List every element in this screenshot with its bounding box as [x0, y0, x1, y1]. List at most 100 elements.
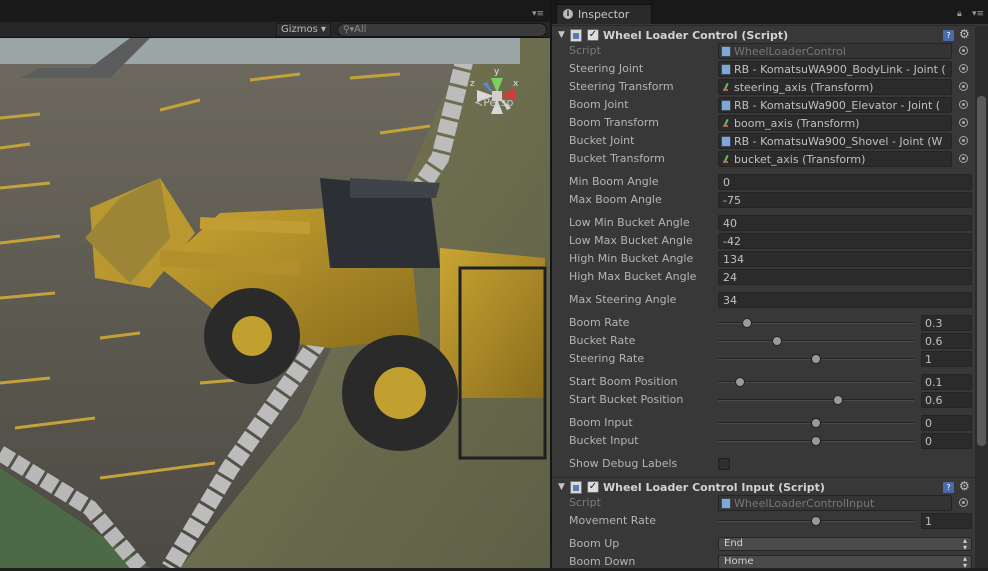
field-value: boom_axis (Transform) — [734, 117, 860, 130]
boom-down-row: Boom Down Home ▴ ▾ — [552, 553, 975, 571]
object-picker-icon — [959, 498, 968, 507]
help-icon[interactable]: ? — [943, 30, 954, 41]
start-bucket-position-input[interactable]: 0.6 — [921, 392, 972, 408]
boom-input-slider[interactable] — [718, 418, 914, 428]
component-enabled-checkbox[interactable]: ✓ — [587, 29, 599, 41]
start-boom-position-row: Start Boom Position 0.1 — [552, 373, 975, 391]
slider-thumb[interactable] — [734, 377, 745, 387]
scene-search-input[interactable]: ⚲▾ All — [337, 23, 547, 37]
bucket-transform-row: Bucket Transform bucket_axis (Transform) — [552, 150, 975, 168]
bucket-input-row: Bucket Input 0 — [552, 432, 975, 450]
object-picker-icon[interactable] — [959, 154, 968, 163]
slider-thumb[interactable] — [811, 418, 821, 428]
projection-label[interactable]: ≺Persp — [474, 96, 513, 109]
boom-rate-row: Boom Rate 0.3 — [552, 314, 975, 332]
boom-joint-field[interactable]: RB - KomatsuWa900_Elevator - Joint ( — [718, 97, 952, 113]
boom-down-dropdown[interactable]: Home ▴ ▾ — [718, 554, 972, 570]
bucket-transform-field[interactable]: bucket_axis (Transform) — [718, 151, 952, 167]
start-boom-position-slider[interactable] — [718, 377, 914, 387]
high-min-bucket-angle-input[interactable]: 134 — [718, 251, 972, 267]
slider-thumb[interactable] — [771, 336, 782, 346]
boom-up-row: Boom Up End ▴ ▾ — [552, 535, 975, 553]
script-icon — [570, 481, 582, 494]
object-picker-icon[interactable] — [959, 82, 968, 91]
dropdown-arrows-icon: ▴ ▾ — [962, 554, 967, 570]
high-max-bucket-angle-row: High Max Bucket Angle 24 — [552, 268, 975, 286]
panel-menu-icon[interactable]: ▾≡ — [532, 9, 544, 19]
field-value: WheelLoaderControl — [734, 45, 846, 58]
start-bucket-position-slider[interactable] — [718, 395, 914, 405]
rigidbody-icon — [721, 64, 731, 75]
steering-joint-row: Steering Joint RB - KomatsuWA900_BodyLin… — [552, 60, 975, 78]
bucket-rate-input[interactable]: 0.6 — [921, 333, 972, 349]
movement-rate-input[interactable]: 1 — [921, 513, 972, 529]
slider-thumb[interactable] — [811, 516, 821, 526]
inspector-scrollbar[interactable] — [975, 26, 988, 568]
scene-toolbar — [0, 0, 550, 22]
slider-thumb[interactable] — [811, 354, 821, 364]
bucket-rate-slider[interactable] — [718, 336, 914, 346]
gizmo-y-label: y — [494, 67, 500, 77]
field-label: Boom Transform — [569, 116, 659, 129]
max-boom-angle-row: Max Boom Angle -75 — [552, 191, 975, 209]
boom-rate-input[interactable]: 0.3 — [921, 315, 972, 331]
field-label: Start Bucket Position — [569, 393, 684, 406]
boom-rate-slider[interactable] — [718, 318, 914, 328]
script-icon — [570, 29, 582, 42]
gizmos-label: Gizmos — [281, 24, 318, 35]
min-boom-angle-input[interactable]: 0 — [718, 174, 972, 190]
scene-view[interactable]: ▾≡ Gizmos ▾ ⚲▾ All y z x ≺Persp — [0, 0, 550, 568]
script-field: WheelLoaderControlInput — [718, 495, 952, 511]
field-label: Boom Up — [569, 537, 620, 550]
movement-rate-slider[interactable] — [718, 516, 914, 526]
gizmos-dropdown[interactable]: Gizmos ▾ — [276, 23, 332, 37]
low-max-bucket-angle-input[interactable]: -42 — [718, 233, 972, 249]
steering-rate-slider[interactable] — [718, 354, 914, 364]
scrollbar-thumb[interactable] — [977, 96, 986, 446]
object-picker-icon[interactable] — [959, 64, 968, 73]
gear-icon[interactable]: ⚙ — [959, 27, 970, 41]
foldout-arrow-icon[interactable]: ▼ — [558, 30, 565, 40]
steering-rate-input[interactable]: 1 — [921, 351, 972, 367]
tab-inspector[interactable]: i Inspector — [556, 4, 652, 24]
show-debug-labels-checkbox[interactable] — [718, 458, 730, 470]
lock-icon[interactable]: 🔒︎ — [957, 9, 962, 19]
show-debug-labels-row: Show Debug Labels — [552, 455, 975, 473]
transform-icon — [722, 118, 730, 129]
bucket-rate-row: Bucket Rate 0.6 — [552, 332, 975, 350]
foldout-arrow-icon[interactable]: ▼ — [558, 482, 565, 492]
slider-thumb[interactable] — [742, 318, 753, 328]
steering-joint-field[interactable]: RB - KomatsuWA900_BodyLink - Joint ( — [718, 61, 952, 77]
max-steering-angle-input[interactable]: 34 — [718, 292, 972, 308]
boom-transform-row: Boom Transform boom_axis (Transform) — [552, 114, 975, 132]
bucket-input-slider[interactable] — [718, 436, 914, 446]
scene-viewport[interactable]: y z x — [0, 38, 550, 568]
transform-icon — [722, 82, 730, 93]
gear-icon[interactable]: ⚙ — [959, 479, 970, 493]
slider-thumb[interactable] — [811, 436, 821, 446]
start-bucket-position-row: Start Bucket Position 0.6 — [552, 391, 975, 409]
max-boom-angle-input[interactable]: -75 — [718, 192, 972, 208]
boom-input-input[interactable]: 0 — [921, 415, 972, 431]
boom-transform-field[interactable]: boom_axis (Transform) — [718, 115, 952, 131]
script-row: Script WheelLoaderControlInput — [552, 494, 975, 512]
field-value: 0 — [723, 176, 730, 189]
component-title: Wheel Loader Control (Script) — [603, 29, 789, 42]
high-max-bucket-angle-input[interactable]: 24 — [718, 269, 972, 285]
component-enabled-checkbox[interactable]: ✓ — [587, 481, 599, 493]
object-picker-icon[interactable] — [959, 118, 968, 127]
bucket-input-input[interactable]: 0 — [921, 433, 972, 449]
min-boom-angle-row: Min Boom Angle 0 — [552, 173, 975, 191]
field-value: 24 — [723, 271, 737, 284]
steering-transform-field[interactable]: steering_axis (Transform) — [718, 79, 952, 95]
start-boom-position-input[interactable]: 0.1 — [921, 374, 972, 390]
object-picker-icon[interactable] — [959, 100, 968, 109]
bucket-joint-field[interactable]: RB - KomatsuWa900_Shovel - Joint (W — [718, 133, 952, 149]
panel-menu-icon[interactable]: ▾≡ — [972, 9, 984, 19]
boom-up-dropdown[interactable]: End ▴ ▾ — [718, 537, 972, 552]
script-row: Script WheelLoaderControl — [552, 42, 975, 60]
low-min-bucket-angle-input[interactable]: 40 — [718, 215, 972, 231]
help-icon[interactable]: ? — [943, 482, 954, 493]
slider-thumb[interactable] — [832, 395, 843, 405]
object-picker-icon[interactable] — [959, 136, 968, 145]
